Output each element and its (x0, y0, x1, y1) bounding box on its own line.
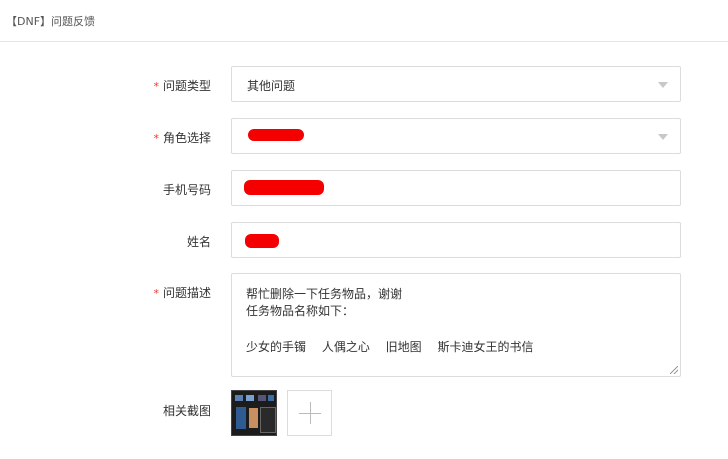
description-line: 少女的手镯 人偶之心 旧地图 斯卡迪女王的书信 (246, 340, 534, 354)
role-select[interactable] (231, 118, 681, 154)
redaction-mark (245, 234, 279, 248)
name-input[interactable] (231, 222, 681, 258)
phone-input[interactable] (231, 170, 681, 206)
screenshot-thumbnail[interactable] (231, 390, 277, 436)
issue-type-label: * 问题类型 (153, 79, 211, 93)
chevron-down-icon (658, 134, 668, 140)
role-label: * 角色选择 (153, 131, 211, 145)
resize-handle[interactable] (670, 366, 678, 374)
add-image-button[interactable] (287, 390, 332, 436)
description-line: 任务物品名称如下： (246, 304, 355, 318)
page-title: 【DNF】问题反馈 (6, 15, 96, 28)
required-mark: * (153, 80, 159, 93)
description-line: 帮忙删除一下任务物品，谢谢 (246, 287, 403, 301)
required-mark: * (153, 132, 159, 145)
required-mark: * (153, 287, 159, 300)
phone-label: 手机号码 (162, 183, 211, 197)
redaction-mark (244, 180, 324, 195)
redaction-mark (248, 129, 304, 141)
issue-type-value: 其他问题 (247, 79, 296, 93)
screenshot-label: 相关截图 (162, 404, 211, 418)
name-label: 姓名 (186, 235, 211, 249)
issue-type-select[interactable]: 其他问题 (231, 66, 681, 102)
description-label: * 问题描述 (153, 286, 211, 300)
page-header: 【DNF】问题反馈 (0, 0, 728, 42)
chevron-down-icon (658, 82, 668, 88)
description-textarea[interactable]: 帮忙删除一下任务物品，谢谢 任务物品名称如下： 少女的手镯 人偶之心 旧地图 斯… (231, 273, 681, 377)
